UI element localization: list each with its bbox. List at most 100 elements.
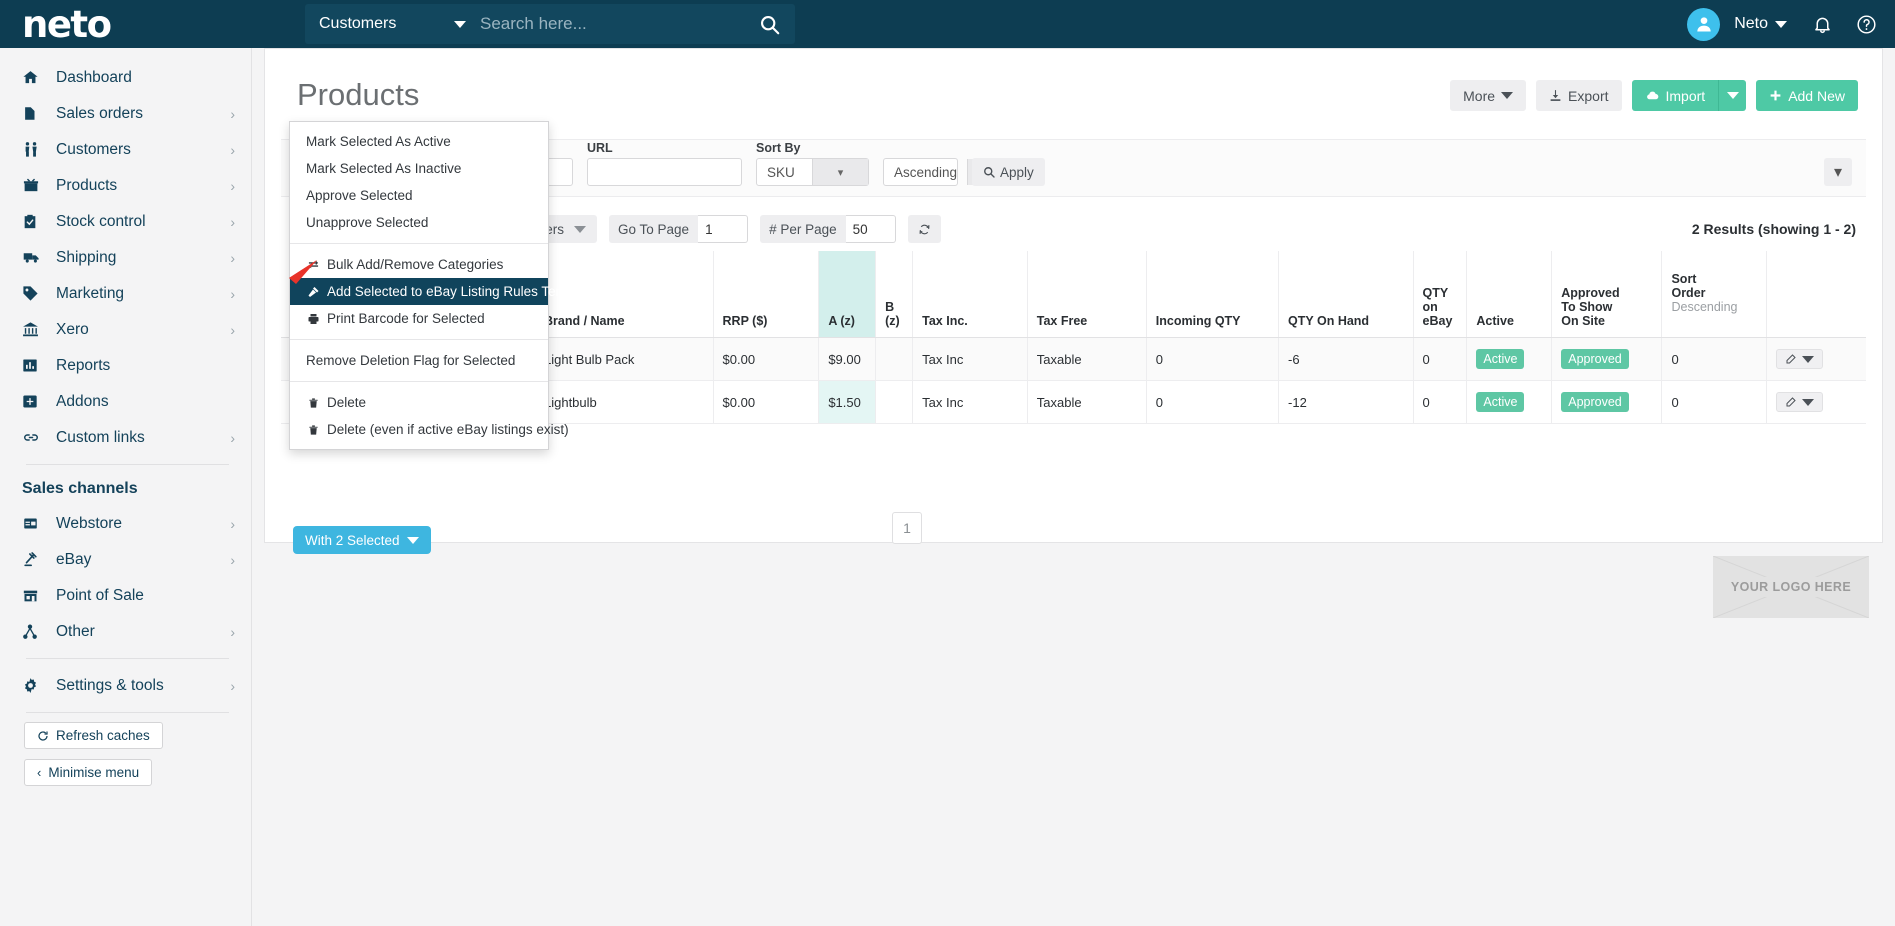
filter-expand-toggle[interactable]: ▾ (1824, 158, 1852, 186)
sidebar-item-settings-tools[interactable]: Settings & tools › (0, 668, 251, 703)
sort-by-select[interactable]: SKU ▾ (756, 158, 869, 186)
sidebar-item-webstore[interactable]: Webstore › (0, 506, 251, 541)
menu-item-print-barcode-for-selected[interactable]: Print Barcode for Selected (290, 305, 548, 332)
add-new-button[interactable]: Add New (1756, 80, 1858, 111)
col-rrp[interactable]: RRP ($) (712, 251, 819, 338)
go-to-page-input[interactable] (698, 215, 749, 243)
sidebar-item-customers[interactable]: Customers › (0, 132, 251, 167)
import-button-group: Import (1631, 80, 1747, 111)
menu-item-delete[interactable]: Delete (290, 389, 548, 416)
sort-by-label: Sort By (756, 141, 801, 155)
menu-item-label: Remove Deletion Flag for Selected (306, 353, 516, 368)
notifications-button[interactable] (1807, 9, 1837, 39)
sidebar-item-label: Point of Sale (56, 586, 144, 604)
sidebar-item-label: Reports (56, 356, 111, 374)
results-count: 2 Results (showing 1 - 2) (1691, 221, 1856, 237)
menu-item-mark-selected-active[interactable]: Mark Selected As Active (290, 128, 548, 155)
sort-direction-select[interactable]: Ascending ▾ (883, 158, 989, 186)
sidebar-item-other[interactable]: Other › (0, 614, 251, 649)
per-page-input[interactable] (845, 215, 896, 243)
sidebar-item-label: Stock control (56, 212, 146, 230)
menu-item-label: Unapprove Selected (306, 215, 429, 230)
bulk-actions-dropdown-menu: Mark Selected As Active Mark Selected As… (289, 121, 596, 450)
chevron-down-icon (1802, 355, 1815, 363)
menu-separator (290, 339, 548, 340)
with-selected-button[interactable]: With 2 Selected (293, 526, 431, 554)
col-incoming-qty[interactable]: Incoming QTY (1145, 251, 1279, 338)
col-approved[interactable]: Approved To Show On Site (1551, 251, 1662, 338)
sidebar-divider (26, 464, 229, 465)
sitemap-icon (22, 623, 46, 640)
row-qty-on-ebay: 0 (1412, 380, 1467, 424)
chevron-down-icon (574, 225, 587, 233)
printer-icon (306, 313, 320, 325)
help-button[interactable] (1851, 9, 1881, 39)
logo-placeholder-label: YOUR LOGO HERE (1724, 577, 1858, 597)
avatar[interactable] (1687, 7, 1721, 41)
menu-item-unapprove-selected[interactable]: Unapprove Selected (290, 209, 548, 236)
sidebar-item-label: Xero (56, 320, 89, 338)
sidebar-item-shipping[interactable]: Shipping › (0, 240, 251, 275)
row-rrp: $0.00 (712, 337, 819, 381)
sidebar-item-ebay[interactable]: eBay › (0, 542, 251, 577)
menu-item-bulk-add-remove-categories[interactable]: Bulk Add/Remove Categories (290, 251, 548, 278)
apply-label: Apply (1000, 164, 1034, 180)
refresh-caches-button[interactable]: Refresh caches (24, 722, 163, 749)
search-icon (760, 15, 779, 34)
chevron-right-icon: › (230, 213, 235, 230)
pagination-page-1[interactable]: 1 (892, 512, 922, 544)
bank-icon (22, 321, 46, 338)
col-qty-on-hand[interactable]: QTY On Hand (1278, 251, 1414, 338)
tag-icon (22, 285, 46, 302)
export-button[interactable]: Export (1536, 80, 1622, 111)
filter-sort-by-field: Sort By SKU ▾ (756, 141, 869, 186)
chevron-down-icon (1726, 92, 1739, 99)
user-menu[interactable]: Neto (1734, 15, 1793, 33)
chevron-down-icon: ▾ (812, 159, 868, 185)
menu-item-approve-selected[interactable]: Approve Selected (290, 182, 548, 209)
filter-apply-cell: Apply (972, 158, 1045, 186)
minimise-menu-button[interactable]: ‹ Minimise menu (24, 759, 153, 786)
import-dropdown-toggle[interactable] (1718, 80, 1747, 111)
col-b-price[interactable]: B (z) (875, 251, 913, 338)
search-input[interactable] (480, 4, 743, 44)
sidebar-item-products[interactable]: Products › (0, 168, 251, 203)
per-page-label: # Per Page (760, 215, 846, 243)
sidebar-item-custom-links[interactable]: Custom links › (0, 420, 251, 455)
refresh-table-button[interactable] (907, 215, 941, 243)
apply-button[interactable]: Apply (972, 158, 1045, 186)
col-qty-on-ebay[interactable]: QTY on eBay (1412, 251, 1467, 338)
col-a-price[interactable]: A (z) (818, 251, 876, 338)
more-button[interactable]: More (1450, 80, 1527, 111)
search-button[interactable] (743, 4, 795, 44)
chevron-right-icon: › (230, 623, 235, 640)
search-category-dropdown[interactable]: Customers (305, 4, 480, 44)
col-tax-free[interactable]: Tax Free (1026, 251, 1147, 338)
sidebar-item-addons[interactable]: Addons (0, 384, 251, 419)
logo-placeholder: YOUR LOGO HERE (1713, 556, 1869, 618)
add-new-label: Add New (1788, 87, 1845, 104)
menu-item-delete-even-if-active-ebay-listings-exist[interactable]: Delete (even if active eBay listings exi… (290, 416, 569, 443)
menu-item-add-selected-to-ebay-listing-rules-template[interactable]: Add Selected to eBay Listing Rules Templ… (290, 278, 596, 305)
sidebar-item-point-of-sale[interactable]: Point of Sale (0, 578, 251, 613)
sidebar-item-reports[interactable]: Reports (0, 348, 251, 383)
url-input[interactable] (587, 158, 742, 186)
chevron-right-icon: › (230, 515, 235, 532)
neto-logo[interactable]: neto (22, 6, 112, 43)
menu-item-mark-selected-inactive[interactable]: Mark Selected As Inactive (290, 155, 548, 182)
col-tax-inc[interactable]: Tax Inc. (912, 251, 1028, 338)
chevron-right-icon: › (230, 105, 235, 122)
menu-item-remove-deletion-flag-for-selected[interactable]: Remove Deletion Flag for Selected (290, 347, 548, 374)
row-sort-order: 0 (1661, 380, 1767, 424)
import-button[interactable]: Import (1631, 80, 1719, 111)
sidebar-item-xero[interactable]: Xero › (0, 312, 251, 347)
sidebar-item-stock-control[interactable]: Stock control › (0, 204, 251, 239)
sidebar-item-sales-orders[interactable]: Sales orders › (0, 96, 251, 131)
sidebar-item-dashboard[interactable]: Dashboard (0, 60, 251, 95)
sidebar-item-marketing[interactable]: Marketing › (0, 276, 251, 311)
row-edit-button[interactable] (1776, 349, 1824, 369)
col-sort-order[interactable]: Sort Order Descending (1661, 251, 1767, 338)
col-active[interactable]: Active (1466, 251, 1552, 338)
sort-by-value: SKU (767, 164, 795, 180)
row-edit-button[interactable] (1776, 392, 1824, 412)
